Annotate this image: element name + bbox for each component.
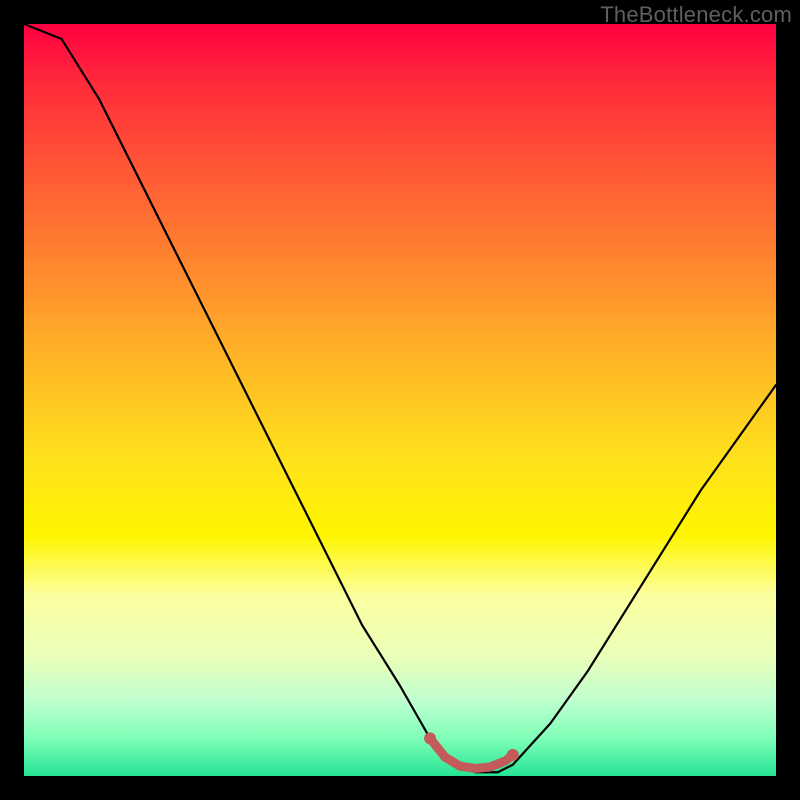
- trough-highlight: [430, 738, 513, 768]
- trough-endpoint-right: [507, 749, 519, 761]
- chart-frame: TheBottleneck.com: [0, 0, 800, 800]
- trough-endpoint-left: [424, 732, 436, 744]
- watermark-text: TheBottleneck.com: [600, 2, 792, 28]
- chart-svg: [24, 24, 776, 776]
- bottleneck-curve: [24, 24, 776, 772]
- plot-area: [24, 24, 776, 776]
